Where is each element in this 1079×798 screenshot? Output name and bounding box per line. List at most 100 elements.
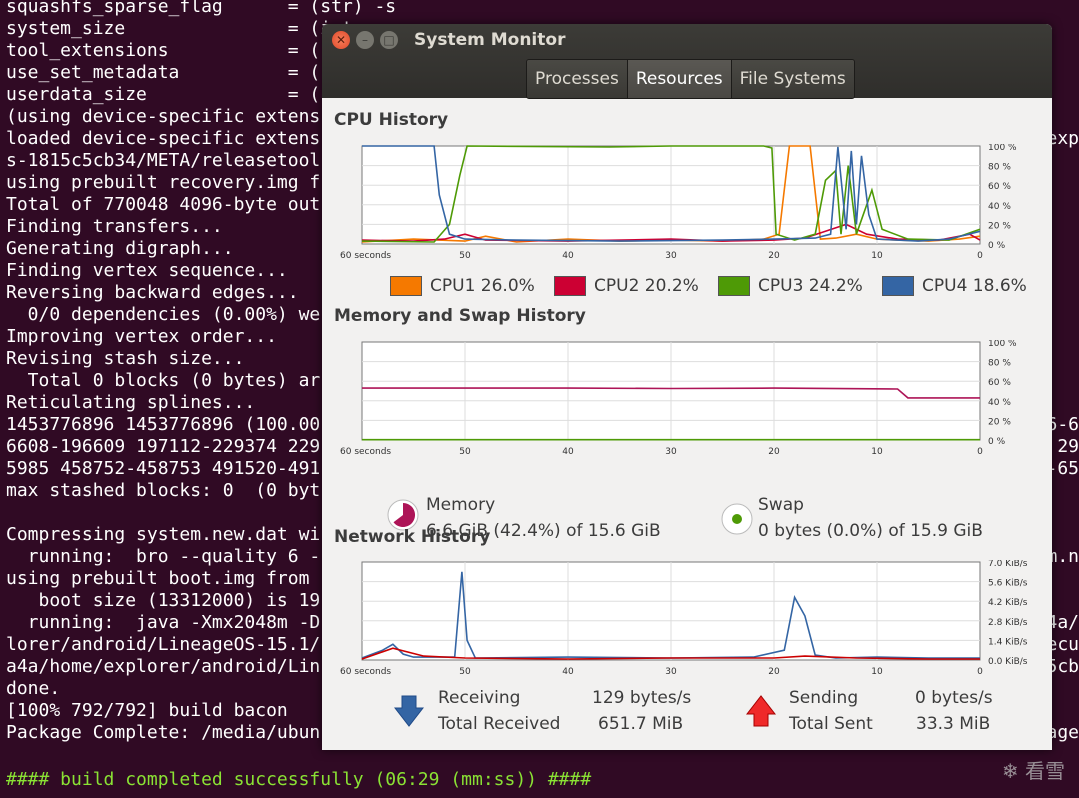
y-tick-label: 80 % (988, 359, 1011, 369)
total-received-value: 651.7 MiB (598, 714, 684, 734)
x-tick-label: 40 (562, 667, 574, 677)
y-tick-label: 60 % (988, 182, 1011, 192)
terminal-line: tool_extensions = ( (6, 40, 321, 61)
x-tick-label: 10 (871, 667, 883, 677)
terminal-line: 0/0 dependencies (0.00%) we (6, 304, 321, 325)
swap-label: Swap (758, 495, 804, 515)
network-history-graph: 7.0 KiB/s 5.6 KiB/s 4.2 KiB/s 2.8 KiB/s 1.4 … (340, 560, 1028, 677)
upload-arrow-icon (746, 695, 776, 727)
x-tick-label: 40 (562, 447, 574, 457)
y-tick-label: 60 % (988, 378, 1011, 388)
terminal-line: userdata_size = ( (6, 84, 321, 105)
swap-value: 0 bytes (0.0%) of 15.9 GiB (758, 521, 983, 541)
x-tick-label: 30 (665, 447, 677, 457)
terminal-line: Finding transfers... (6, 216, 223, 237)
x-tick-label: 30 (665, 251, 677, 261)
total-received-label: Total Received (438, 714, 561, 734)
terminal-line: 1453776896 1453776896 (100.00 (6, 414, 321, 435)
cpu1-legend[interactable]: CPU1 26.0% (390, 276, 535, 296)
cpu3-label: CPU3 24.2% (758, 276, 863, 296)
cpu2-legend[interactable]: CPU2 20.2% (554, 276, 699, 296)
x-tick-label: 60 seconds (340, 667, 391, 677)
terminal-line: 5985 458752-458753 491520-491 (6, 458, 321, 479)
download-arrow-icon (394, 695, 424, 727)
cpu2-label: CPU2 20.2% (594, 276, 699, 296)
x-tick-label: 10 (871, 251, 883, 261)
terminal-line: 6608-196609 197112-229374 229 (6, 436, 321, 457)
y-tick-label: 100 % (988, 144, 1017, 153)
x-tick-label: 50 (459, 447, 471, 457)
x-tick-label: 20 (768, 251, 780, 261)
terminal-line: using prebuilt recovery.img f (6, 172, 321, 193)
x-tick-label: 50 (459, 251, 471, 261)
cpu1-color-swatch[interactable] (390, 276, 422, 296)
terminal-line: squashfs_sparse_flag = (str) -s (6, 0, 397, 17)
terminal-line: running: bro --quality 6 - (6, 546, 321, 567)
memory-label: Memory (426, 495, 496, 515)
system-monitor-window: ✕ – □ System Monitor Processes Resources… (322, 24, 1052, 750)
y-tick-label: 20 % (988, 417, 1011, 427)
x-tick-label: 0 (977, 251, 983, 261)
swap-pie-icon[interactable] (720, 502, 754, 536)
memory-history-graph: 100 % 80 % 60 % 40 % 20 % 0 % 60 seconds 50 40 30… (340, 340, 1017, 457)
y-tick-label: 0 % (988, 437, 1006, 447)
x-tick-label: 20 (768, 447, 780, 457)
cpu3-color-swatch[interactable] (718, 276, 750, 296)
terminal-line: running: java -Xmx2048m -D (6, 612, 321, 633)
cpu1-label: CPU1 26.0% (430, 276, 535, 296)
terminal-line: done. (6, 678, 61, 699)
terminal-line: Total of 770048 4096-byte out (6, 194, 321, 215)
terminal-line: Revising stash size... (6, 348, 245, 369)
y-tick-label: 4.2 KiB/s (988, 598, 1028, 608)
y-tick-label: 100 % (988, 340, 1017, 349)
terminal-line: a4a/home/explorer/android/Lin (6, 656, 321, 677)
y-tick-label: 0 % (988, 241, 1006, 251)
cpu-history-title: CPU History (334, 110, 449, 130)
y-tick-label: 40 % (988, 398, 1011, 408)
x-tick-label: 60 seconds (340, 447, 391, 457)
tab-processes[interactable]: Processes (527, 60, 628, 98)
cpu4-color-swatch[interactable] (882, 276, 914, 296)
x-tick-label: 0 (977, 667, 983, 677)
cpu3-legend[interactable]: CPU3 24.2% (718, 276, 863, 296)
x-tick-label: 40 (562, 251, 574, 261)
terminal-line: loaded device-specific extens (6, 128, 321, 149)
window-title: System Monitor (414, 30, 566, 50)
watermark-logo: ❄ 看雪 (1001, 759, 1065, 783)
x-tick-label: 0 (977, 447, 983, 457)
resources-panel: CPU History 100 % 80 % 60 % 40 % 20 % 0 % 60 s… (322, 98, 1052, 750)
receiving-label: Receiving (438, 688, 521, 708)
x-tick-label: 10 (871, 447, 883, 457)
y-tick-label: 40 % (988, 202, 1011, 212)
terminal-line: s-1815c5cb34/META/releasetool (6, 150, 321, 171)
terminal-line: boot size (13312000) is 19 (6, 590, 321, 611)
window-titlebar[interactable]: ✕ – □ System Monitor Processes Resources… (322, 24, 1052, 99)
tab-resources[interactable]: Resources (627, 60, 732, 98)
minimize-window-button[interactable]: – (356, 31, 374, 49)
terminal-line-fragment: 29 (1057, 436, 1079, 457)
cpu4-legend[interactable]: CPU4 18.6% (882, 276, 1027, 296)
terminal-line: using prebuilt boot.img from (6, 568, 321, 589)
terminal-line: Finding vertex sequence... (6, 260, 288, 281)
x-tick-label: 60 seconds (340, 251, 391, 261)
terminal-line: Package Complete: /media/ubun (6, 722, 321, 743)
close-window-button[interactable]: ✕ (332, 31, 350, 49)
y-tick-label: 2.8 KiB/s (988, 618, 1028, 628)
x-tick-label: 30 (665, 667, 677, 677)
network-history-title: Network History (334, 527, 491, 547)
terminal-line: #### build completed successfully (06:29… (6, 769, 592, 790)
y-tick-label: 80 % (988, 163, 1011, 173)
total-sent-value: 33.3 MiB (916, 714, 991, 734)
total-sent-label: Total Sent (789, 714, 873, 734)
maximize-window-button[interactable]: □ (380, 31, 398, 49)
receiving-value: 129 bytes/s (592, 688, 692, 708)
terminal-line: [100% 792/792] build bacon (6, 700, 288, 721)
y-tick-label: 1.4 KiB/s (988, 637, 1028, 647)
terminal-line: Improving vertex order... (6, 326, 277, 347)
sending-label: Sending (789, 688, 859, 708)
cpu2-color-swatch[interactable] (554, 276, 586, 296)
y-tick-label: 20 % (988, 221, 1011, 231)
terminal-line: Compressing system.new.dat wi (6, 524, 321, 545)
tab-file-systems[interactable]: File Systems (731, 60, 854, 98)
terminal-line: (using device-specific extens (6, 106, 321, 127)
